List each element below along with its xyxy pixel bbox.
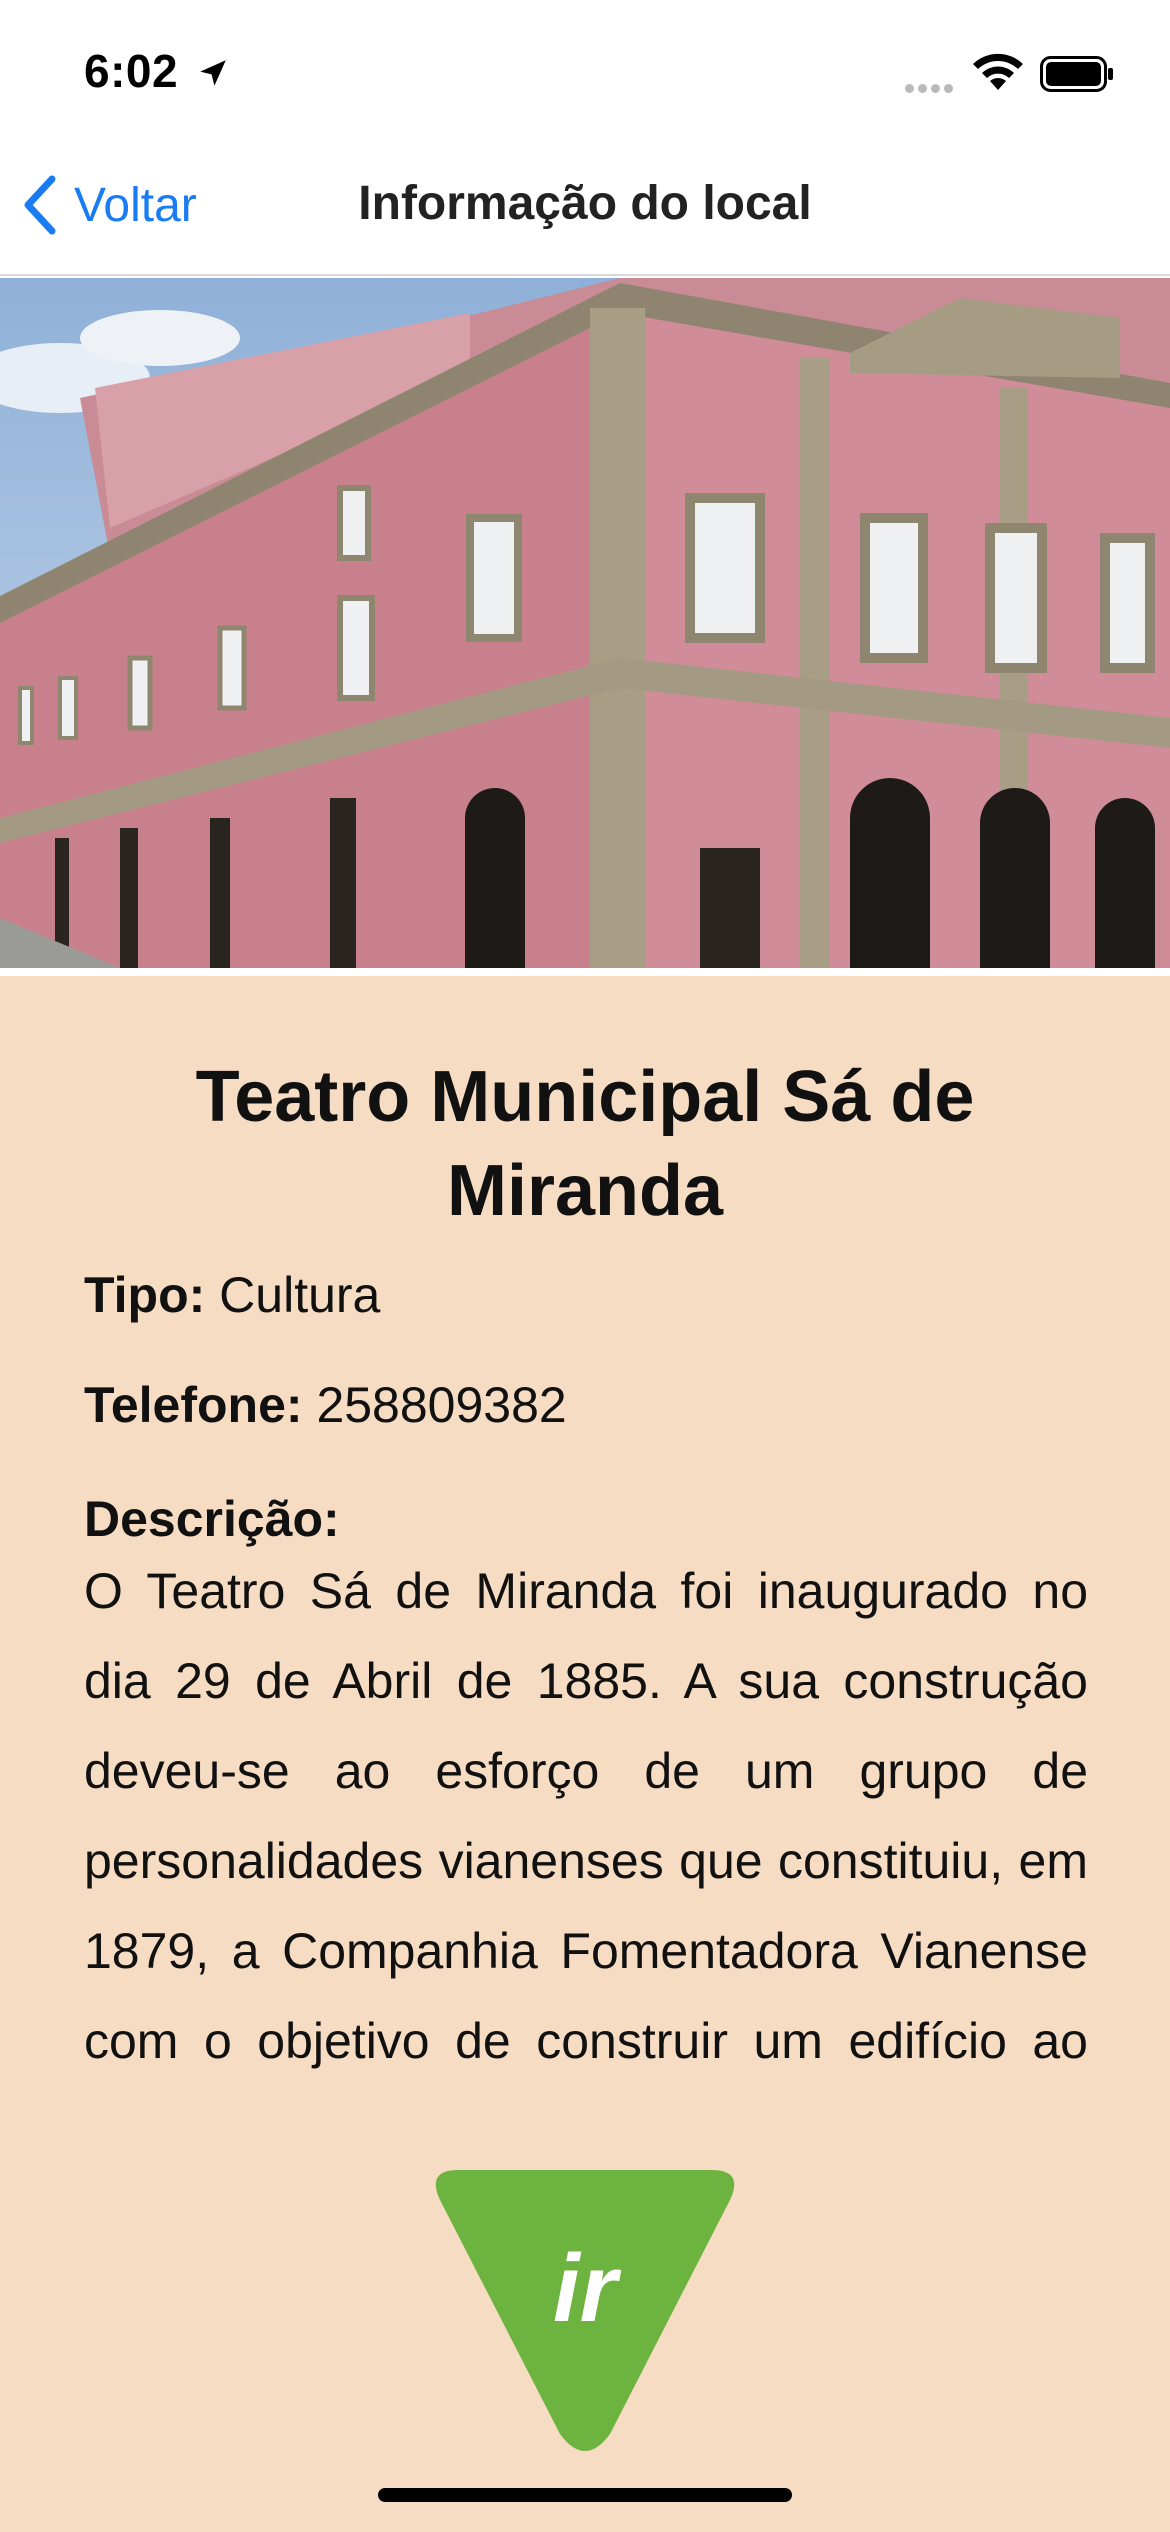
- page-title: Informação do local: [358, 177, 812, 230]
- location-arrow-icon: [200, 60, 226, 86]
- place-title: Teatro Municipal Sá de Miranda: [195, 1057, 975, 1231]
- wifi-icon: [973, 53, 1023, 90]
- type-row: Tipo: Cultura: [84, 1266, 380, 1324]
- type-label: Tipo:: [84, 1267, 206, 1323]
- home-indicator: [378, 2488, 792, 2502]
- navigation-bar: Voltar Informação do local: [0, 140, 1170, 276]
- photo-separator: [0, 968, 1170, 976]
- status-bar: 6:02: [0, 0, 1170, 140]
- phone-label: Telefone:: [84, 1377, 303, 1433]
- place-photo: [0, 278, 1170, 968]
- screen: 6:02 Voltar Informação do local Teatro M…: [0, 0, 1170, 2532]
- status-time: 6:02: [84, 45, 179, 97]
- battery-icon: [1040, 56, 1113, 92]
- type-value: Cultura: [219, 1267, 381, 1323]
- description-text: O Teatro Sá de Miranda foi inaugurado no…: [84, 1563, 1088, 2069]
- go-label: ir: [552, 2235, 618, 2342]
- go-button[interactable]: ir: [426, 2162, 744, 2452]
- description-label: Descrição:: [84, 1491, 340, 1547]
- description-scroll[interactable]: O Teatro Sá de Miranda foi inaugurado no…: [84, 1546, 1088, 2094]
- phone-row: Telefone: 258809382: [84, 1376, 567, 1434]
- phone-value[interactable]: 258809382: [316, 1377, 566, 1433]
- signal-icon: [905, 80, 957, 98]
